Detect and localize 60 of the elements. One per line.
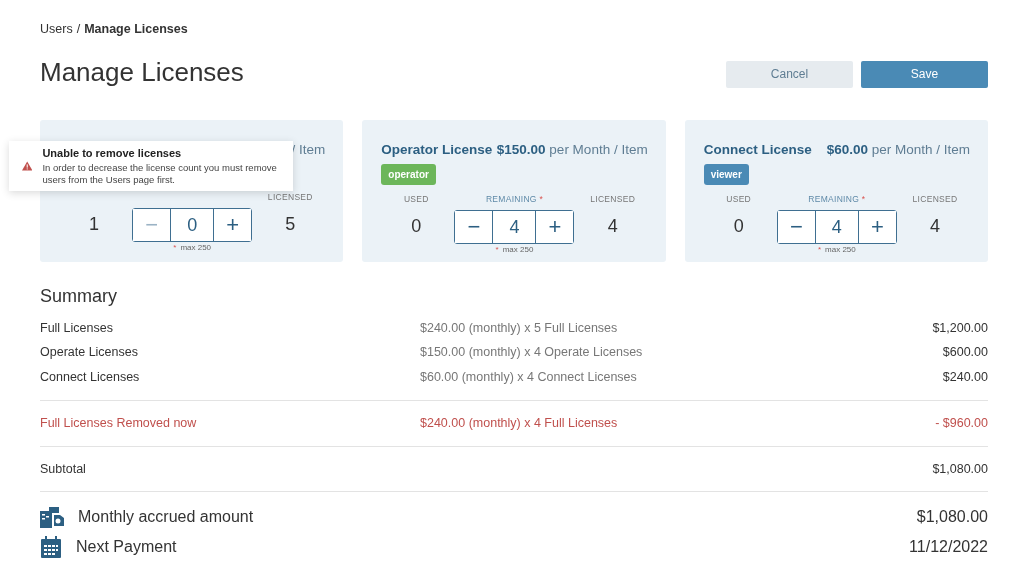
row-amount: $240.00	[942, 369, 988, 387]
column-label: LICENSED	[589, 193, 637, 206]
required-mark: *	[861, 194, 866, 205]
row-detail: $240.00 (monthly) x 4 Full Licenses	[420, 414, 619, 432]
save-button[interactable]: Save	[861, 60, 988, 88]
row-detail: $60.00 (monthly) x 4 Connect Licenses	[420, 369, 638, 387]
row-label: Connect Licenses	[40, 369, 141, 387]
calendar-icon	[40, 536, 62, 559]
license-name: Connect License	[703, 140, 812, 159]
role-tag: operator	[381, 164, 436, 186]
breadcrumb-link[interactable]: Users	[40, 20, 73, 39]
row-label: Full Licenses Removed now	[40, 414, 198, 432]
row-amount: $1,080.00	[932, 460, 988, 478]
row-label: Operate Licenses	[40, 344, 139, 362]
row-detail: $150.00 (monthly) x 4 Operate Licenses	[420, 344, 644, 362]
licensed-count: 4	[606, 215, 619, 239]
role-tag: viewer	[703, 164, 749, 186]
column-label: LICENSED	[266, 191, 314, 204]
required-mark: *	[539, 194, 544, 205]
invoice-icon	[40, 506, 64, 529]
warning-icon	[22, 159, 33, 174]
licensed-count: 4	[929, 215, 941, 239]
required-mark: *	[817, 244, 822, 254]
column-label: USED	[725, 193, 753, 206]
licensed-count: 5	[284, 213, 297, 237]
total-value: 11/12/2022	[909, 537, 988, 558]
hint-text: max 250	[180, 242, 212, 252]
hint-text: max 250	[502, 244, 534, 254]
license-price: $150.00 per Month / Item	[496, 140, 648, 159]
quantity-stepper[interactable]: − 4 +	[454, 209, 575, 244]
page-title: Manage Licenses	[40, 56, 244, 88]
row-amount: $600.00	[942, 344, 988, 362]
total-label: Monthly accrued amount	[78, 507, 255, 528]
column-label: USED	[402, 193, 430, 206]
breadcrumb-separator: /	[76, 21, 81, 38]
toast-title: Unable to remove licenses	[42, 146, 183, 161]
total-label: Next Payment	[76, 537, 178, 558]
cancel-button[interactable]: Cancel	[726, 60, 853, 88]
row-label: Full Licenses	[40, 319, 114, 337]
total-value: $1,080.00	[916, 507, 988, 528]
toast-message: In order to decrease the license count you must remove users from the Users page first.	[42, 162, 278, 186]
license-price: $60.00 per Month / Item	[826, 140, 970, 159]
row-amount: $1,200.00	[932, 319, 988, 337]
used-count: 0	[732, 215, 745, 239]
required-mark: *	[495, 244, 499, 254]
column-label: REMAINING	[485, 194, 537, 205]
column-label: REMAINING	[808, 194, 860, 205]
required-mark: *	[173, 242, 177, 252]
section-title: Summary	[40, 285, 118, 308]
column-label: LICENSED	[911, 193, 959, 206]
breadcrumb-current: Manage Licenses	[84, 21, 188, 38]
quantity-stepper[interactable]: − 4 +	[776, 209, 897, 244]
row-detail: $240.00 (monthly) x 5 Full Licenses	[420, 319, 619, 337]
used-count: 1	[88, 213, 100, 237]
row-amount: - $960.00	[935, 414, 988, 432]
used-count: 0	[410, 215, 423, 239]
license-name: Operator License	[381, 140, 493, 159]
hint-text: max 250	[825, 244, 856, 254]
quantity-value: 4	[814, 210, 859, 243]
row-label: Subtotal	[40, 460, 87, 478]
